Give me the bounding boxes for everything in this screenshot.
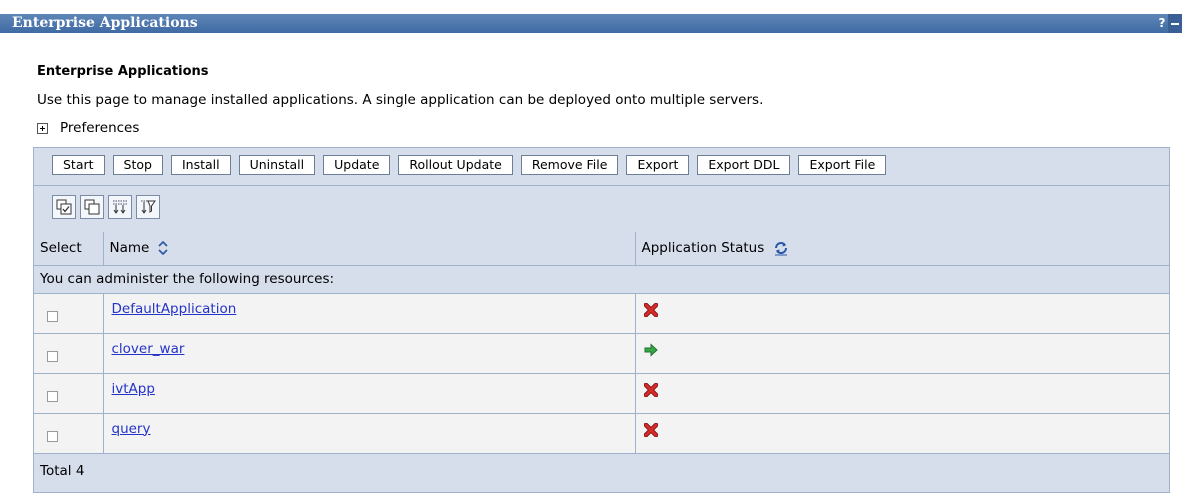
- show-filter-icon[interactable]: [108, 195, 132, 219]
- green-arrow-icon: [644, 342, 658, 357]
- clear-filter-icon[interactable]: [136, 195, 160, 219]
- page-description: Use this page to manage installed applic…: [37, 92, 764, 108]
- applications-table: Select Name Application Status You can a…: [34, 232, 1169, 488]
- uninstall-button[interactable]: Uninstall: [238, 155, 316, 175]
- red-x-icon: [643, 302, 658, 317]
- expand-plus-icon[interactable]: [37, 122, 48, 134]
- table-row: DefaultApplication: [34, 293, 1169, 334]
- page-title: Enterprise Applications: [37, 64, 209, 79]
- app-link-query[interactable]: query: [112, 421, 151, 437]
- refresh-status-icon[interactable]: [773, 240, 789, 256]
- name-column-header[interactable]: Name: [103, 232, 636, 266]
- install-button[interactable]: Install: [170, 155, 231, 175]
- deselect-all-icon[interactable]: [80, 195, 104, 219]
- minimize-button[interactable]: [1168, 14, 1182, 33]
- preferences-toggle[interactable]: Preferences: [37, 120, 139, 136]
- preferences-label[interactable]: Preferences: [60, 120, 139, 136]
- row-checkbox[interactable]: [47, 390, 58, 402]
- start-button[interactable]: Start: [52, 155, 105, 175]
- applications-panel: Start Stop Install Uninstall Update Roll…: [33, 147, 1170, 493]
- resources-note: You can administer the following resourc…: [34, 265, 1169, 294]
- app-link-clover-war[interactable]: clover_war: [112, 341, 185, 357]
- table-row: ivtApp: [34, 373, 1169, 414]
- name-column-label[interactable]: Name: [110, 240, 150, 256]
- resources-note-row: You can administer the following resourc…: [34, 265, 1169, 294]
- app-link-ivtapp[interactable]: ivtApp: [112, 381, 155, 397]
- select-column-header: Select: [34, 232, 104, 266]
- status-column-label: Application Status: [641, 240, 765, 257]
- export-button[interactable]: Export: [626, 155, 690, 175]
- export-ddl-button[interactable]: Export DDL: [697, 155, 791, 175]
- remove-file-button[interactable]: Remove File: [520, 155, 619, 175]
- stop-button[interactable]: Stop: [112, 155, 163, 175]
- table-row: query: [34, 413, 1169, 454]
- table-row: clover_war: [34, 333, 1169, 374]
- select-all-icon[interactable]: [52, 195, 76, 219]
- selection-toolbar: [34, 185, 1169, 233]
- total-count: Total 4: [34, 453, 1169, 488]
- action-toolbar: Start Stop Install Uninstall Update Roll…: [34, 148, 1169, 186]
- sort-icon[interactable]: [158, 241, 168, 256]
- app-link-defaultapplication[interactable]: DefaultApplication: [112, 301, 237, 317]
- window-titlebar: Enterprise Applications ?: [0, 14, 1182, 33]
- update-button[interactable]: Update: [323, 155, 391, 175]
- table-header-row: Select Name Application Status: [34, 232, 1169, 266]
- row-checkbox[interactable]: [47, 310, 58, 322]
- export-file-button[interactable]: Export File: [798, 155, 887, 175]
- red-x-icon: [643, 382, 658, 397]
- red-x-icon: [643, 422, 658, 437]
- row-checkbox[interactable]: [47, 350, 58, 362]
- row-checkbox[interactable]: [47, 430, 58, 442]
- status-column-header: Application Status: [635, 232, 1169, 266]
- rollout-update-button[interactable]: Rollout Update: [398, 155, 513, 175]
- window-title: Enterprise Applications: [12, 15, 198, 31]
- help-button[interactable]: ?: [1156, 14, 1168, 33]
- total-row: Total 4: [34, 453, 1169, 488]
